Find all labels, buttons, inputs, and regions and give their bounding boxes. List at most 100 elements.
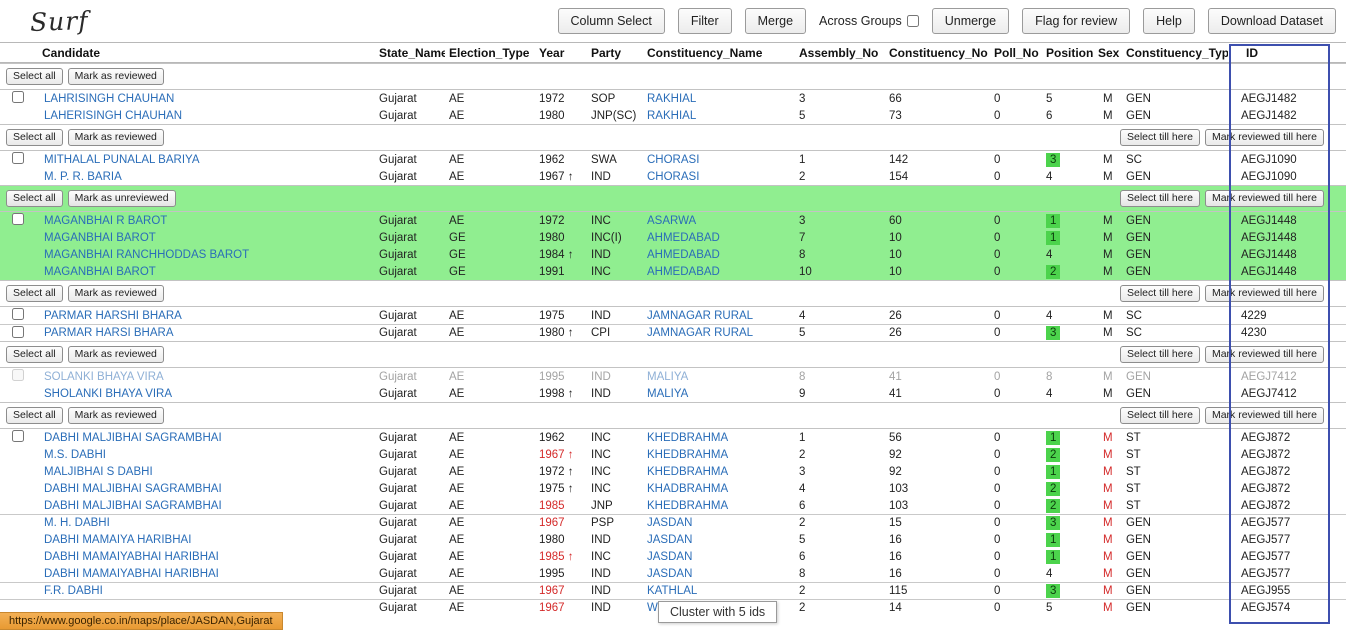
constituency-link[interactable]: AHMEDABAD [647, 232, 720, 244]
candidate-link[interactable]: MAGANBHAI BAROT [44, 232, 156, 244]
sex-value: M [1103, 602, 1113, 614]
constituency-link[interactable]: CHORASI [647, 171, 699, 183]
cell-position: 1 [1042, 213, 1094, 228]
across-groups-checkbox[interactable] [906, 15, 919, 27]
constituency-link[interactable]: KHADBRAHMA [647, 483, 728, 495]
cell-constituency-type: GEN [1126, 370, 1151, 383]
constituency-link[interactable]: KHEDBRAHMA [647, 449, 728, 461]
constituency-link[interactable]: KHEDBRAHMA [647, 432, 728, 444]
constituency-link[interactable]: ASARWA [647, 215, 696, 227]
constituency-link[interactable]: JASDAN [647, 534, 692, 546]
select-till-here-button[interactable]: Select till here [1120, 285, 1200, 302]
mark-reviewed-till-here-button[interactable]: Mark reviewed till here [1204, 285, 1324, 302]
candidate-link[interactable]: PARMAR HARSHI BHARA [44, 310, 182, 322]
select-till-here-button[interactable]: Select till here [1120, 346, 1200, 363]
candidate-link[interactable]: MAGANBHAI RANCHHODDAS BAROT [44, 249, 249, 261]
constituency-link[interactable]: W [647, 602, 658, 614]
cell-election-type: AE [449, 482, 465, 495]
mark-reviewed-button[interactable]: Mark as reviewed [67, 407, 164, 424]
select-all-button[interactable]: Select all [6, 68, 63, 85]
candidate-link[interactable]: MITHALAL PUNALAL BARIYA [44, 154, 200, 166]
candidate-link[interactable]: M.S. DABHI [44, 449, 106, 461]
candidate-link[interactable]: PARMAR HARSI BHARA [44, 327, 174, 339]
candidate-link[interactable]: DABHI MALJIBHAI SAGRAMBHAI [44, 500, 222, 512]
row-checkbox[interactable] [12, 213, 24, 225]
candidate-link[interactable]: LAHERISINGH CHAUHAN [44, 110, 182, 122]
cell-constituency-no: 103 [889, 499, 909, 512]
constituency-link[interactable]: JAMNAGAR RURAL [647, 327, 753, 339]
constituency-link[interactable]: CHORASI [647, 154, 699, 166]
cell-constituency-type: GEN [1126, 550, 1151, 563]
row-checkbox[interactable] [12, 369, 24, 381]
candidate-link[interactable]: LAHRISINGH CHAUHAN [44, 93, 174, 105]
constituency-link[interactable]: MALIYA [647, 371, 688, 383]
cell-candidate: F.R. DABHI [38, 585, 375, 597]
select-all-button[interactable]: Select all [6, 129, 63, 146]
cell-id: AEGJ1482 [1241, 92, 1297, 105]
constituency-link[interactable]: JASDAN [647, 517, 692, 529]
flag-for-review-button[interactable]: Flag for review [1022, 8, 1131, 34]
cell-state: Gujarat [379, 550, 417, 563]
select-all-button[interactable]: Select all [6, 346, 63, 363]
filter-button[interactable]: Filter [677, 8, 732, 34]
mark-reviewed-till-here-button[interactable]: Mark reviewed till here [1204, 346, 1324, 363]
column-select-button[interactable]: Column Select [557, 8, 665, 34]
cell-year: 1962 [535, 432, 587, 444]
status-bar-url: https://www.google.co.in/maps/place/JASD… [0, 612, 283, 630]
mark-reviewed-till-here-button[interactable]: Mark reviewed till here [1204, 129, 1324, 146]
mark-reviewed-button[interactable]: Mark as reviewed [67, 129, 164, 146]
mark-reviewed-button[interactable]: Mark as reviewed [67, 68, 164, 85]
constituency-link[interactable]: RAKHIAL [647, 110, 696, 122]
unmerge-button[interactable]: Unmerge [931, 8, 1010, 34]
candidate-link[interactable]: MAGANBHAI R BAROT [44, 215, 167, 227]
candidate-link[interactable]: DABHI MAMAIYABHAI HARIBHAI [44, 568, 219, 580]
constituency-link[interactable]: JASDAN [647, 568, 692, 580]
candidate-link[interactable]: MAGANBHAI BAROT [44, 266, 156, 278]
select-till-here-button[interactable]: Select till here [1120, 129, 1200, 146]
mark-reviewed-till-here-button[interactable]: Mark reviewed till here [1204, 190, 1324, 207]
constituency-link[interactable]: AHMEDABAD [647, 266, 720, 278]
select-all-button[interactable]: Select all [6, 190, 63, 207]
select-till-here-button[interactable]: Select till here [1120, 190, 1200, 207]
candidate-link[interactable]: SOLANKI BHAYA VIRA [44, 371, 164, 383]
help-button[interactable]: Help [1143, 8, 1195, 34]
constituency-link[interactable]: AHMEDABAD [647, 249, 720, 261]
col-header-state_name: State_Name [379, 45, 445, 60]
cell-sex: M [1094, 327, 1122, 339]
constituency-link[interactable]: JASDAN [647, 551, 692, 563]
candidate-link[interactable]: F.R. DABHI [44, 585, 103, 597]
mark-reviewed-button[interactable]: Mark as reviewed [67, 346, 164, 363]
candidate-link[interactable]: DABHI MALJIBHAI SAGRAMBHAI [44, 432, 222, 444]
row-checkbox[interactable] [12, 308, 24, 320]
row-checkbox[interactable] [12, 152, 24, 164]
mark-reviewed-button[interactable]: Mark as reviewed [67, 285, 164, 302]
constituency-link[interactable]: KHEDBRAHMA [647, 500, 728, 512]
select-all-button[interactable]: Select all [6, 285, 63, 302]
constituency-link[interactable]: KATHLAL [647, 585, 697, 597]
mark-reviewed-button[interactable]: Mark as unreviewed [67, 190, 176, 207]
constituency-link[interactable]: KHEDBRAHMA [647, 466, 728, 478]
row-checkbox[interactable] [12, 325, 24, 338]
cell-constituency-type: ST [1126, 448, 1141, 461]
row-checkbox[interactable] [12, 430, 24, 442]
cell-checkbox [0, 430, 38, 445]
select-all-button[interactable]: Select all [6, 407, 63, 424]
candidate-link[interactable]: DABHI MAMAIYA HARIBHAI [44, 534, 191, 546]
candidate-link[interactable]: DABHI MALJIBHAI SAGRAMBHAI [44, 483, 222, 495]
candidate-link[interactable]: DABHI MAMAIYABHAI HARIBHAI [44, 551, 219, 563]
row-checkbox[interactable] [12, 91, 24, 103]
constituency-link[interactable]: MALIYA [647, 388, 688, 400]
candidate-link[interactable]: MALJIBHAI S DABHI [44, 466, 153, 478]
constituency-link[interactable]: RAKHIAL [647, 93, 696, 105]
candidate-link[interactable]: M. P. R. BARIA [44, 171, 122, 183]
download-dataset-button[interactable]: Download Dataset [1207, 8, 1336, 34]
constituency-link[interactable]: JAMNAGAR RURAL [647, 310, 753, 322]
candidate-link[interactable]: M. H. DABHI [44, 517, 110, 529]
merge-button[interactable]: Merge [744, 8, 807, 34]
cell-constituency-no: 26 [889, 309, 902, 322]
select-till-here-button[interactable]: Select till here [1120, 407, 1200, 424]
candidate-link[interactable]: SHOLANKI BHAYA VIRA [44, 388, 172, 400]
col-header-year: Year [539, 45, 565, 60]
cell-sex: M [1094, 215, 1122, 227]
mark-reviewed-till-here-button[interactable]: Mark reviewed till here [1204, 407, 1324, 424]
